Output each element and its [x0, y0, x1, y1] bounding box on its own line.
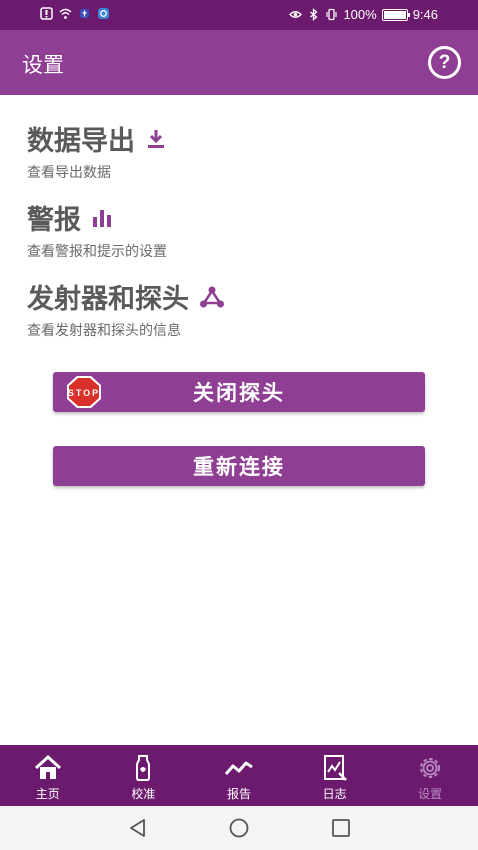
status-bar: 100% 9:46	[0, 0, 478, 30]
nav-item-home[interactable]: 主页	[0, 745, 96, 806]
settings-item-transmitter-probe[interactable]: 发射器和探头 查看发射器和探头的信息	[27, 277, 225, 340]
item-subtitle: 查看发射器和探头的信息	[27, 323, 181, 339]
nav-item-log[interactable]: 日志	[287, 745, 383, 806]
stop-sign-text: STOP	[68, 388, 100, 398]
bottom-nav: 主页 校准 报告 日志 设置	[0, 745, 478, 806]
system-nav-bar	[0, 806, 478, 850]
settings-screen: 100% 9:46 设置 ? 数据导出 查看导出数据 警报 查看警报和提示的设置…	[0, 0, 478, 850]
home-circle-icon[interactable]	[228, 817, 250, 839]
recents-icon[interactable]	[330, 817, 352, 839]
battery-icon	[381, 8, 410, 21]
item-title: 发射器和探头	[27, 284, 189, 315]
reconnect-button[interactable]: 重新连接	[53, 446, 425, 486]
status-right-icons: 100% 9:46	[289, 7, 438, 22]
nav-item-calibrate[interactable]: 校准	[96, 745, 192, 806]
home-icon	[34, 754, 61, 779]
item-subtitle: 查看警报和提示的设置	[27, 244, 167, 260]
nav-label: 设置	[418, 787, 443, 801]
calibrate-icon	[136, 755, 151, 781]
app-bar: 设置 ?	[0, 30, 478, 95]
nav-label: 日志	[322, 787, 347, 801]
vibrate-icon	[326, 8, 338, 21]
app-notification-icon	[98, 8, 109, 19]
gear-icon	[420, 758, 441, 778]
status-left-icons	[40, 7, 110, 20]
notification-icon	[40, 7, 53, 20]
nav-item-settings[interactable]: 设置	[382, 745, 478, 806]
usb-icon	[80, 9, 89, 18]
nav-label: 报告	[226, 787, 251, 801]
bluetooth-icon	[310, 8, 318, 21]
settings-item-alerts[interactable]: 警报 查看警报和提示的设置	[27, 198, 167, 261]
battery-percent: 100%	[343, 7, 377, 22]
nav-label: 主页	[35, 787, 60, 801]
settings-item-data-export[interactable]: 数据导出 查看导出数据	[27, 119, 167, 182]
item-title: 数据导出	[27, 126, 135, 157]
reconnect-label: 重新连接	[193, 455, 285, 479]
nav-label: 校准	[131, 787, 156, 801]
back-icon[interactable]	[127, 817, 149, 839]
item-title: 警报	[27, 205, 81, 236]
log-icon	[323, 755, 347, 781]
wifi-icon	[59, 8, 72, 19]
nav-item-report[interactable]: 报告	[191, 745, 287, 806]
battery-fill	[383, 10, 406, 19]
network-icon	[200, 286, 224, 307]
stop-sign-icon: STOP	[67, 376, 101, 408]
page-title: 设置	[22, 53, 64, 77]
eye-icon	[289, 11, 303, 18]
bar-chart-icon	[93, 209, 111, 227]
download-icon	[148, 129, 164, 148]
item-subtitle: 查看导出数据	[27, 165, 111, 181]
status-time: 9:46	[412, 7, 438, 22]
help-circle-icon[interactable]: ?	[428, 46, 461, 79]
close-probe-button[interactable]: STOP 关闭探头	[53, 372, 425, 412]
trend-icon	[224, 761, 253, 775]
close-probe-label: 关闭探头	[193, 381, 285, 405]
